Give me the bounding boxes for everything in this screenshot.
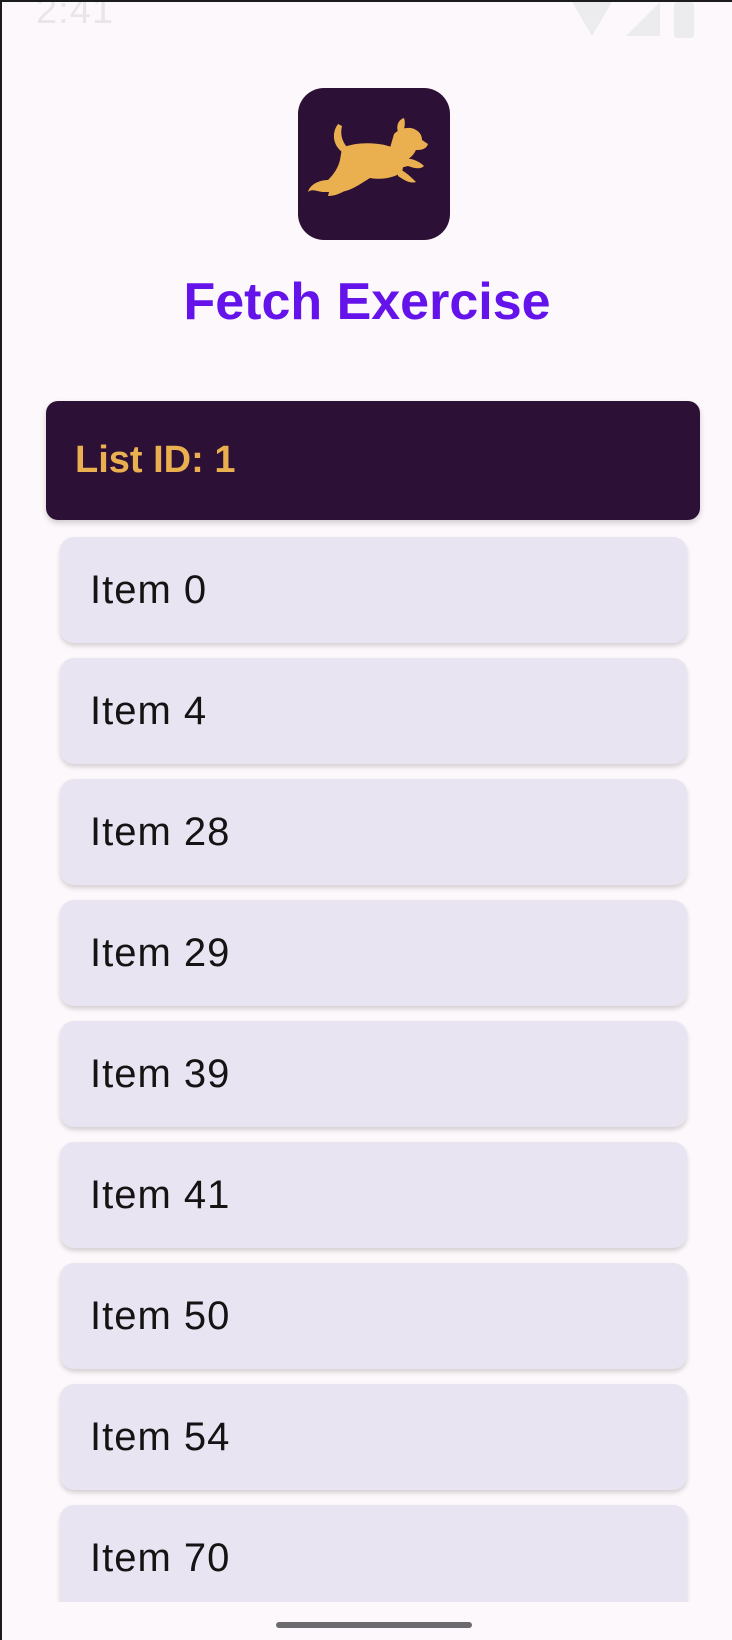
list-item[interactable]: Item 41 xyxy=(60,1142,687,1248)
item-list: Item 0 Item 4 Item 28 Item 29 Item 39 It… xyxy=(60,537,687,1626)
list-item[interactable]: Item 4 xyxy=(60,658,687,764)
list-item[interactable]: Item 29 xyxy=(60,900,687,1006)
list-item-label: Item 4 xyxy=(90,688,208,733)
list-id-label: List ID: 1 xyxy=(75,439,236,481)
battery-icon xyxy=(674,2,694,38)
wifi-icon xyxy=(572,2,612,36)
list-item[interactable]: Item 54 xyxy=(60,1384,687,1490)
list-item-label: Item 41 xyxy=(90,1172,231,1217)
list-item-label: Item 54 xyxy=(90,1414,231,1459)
list-item-label: Item 39 xyxy=(90,1051,231,1096)
list-item[interactable]: Item 28 xyxy=(60,779,687,885)
signal-icon xyxy=(626,2,660,36)
gesture-nav-bar xyxy=(2,1602,732,1640)
list-item[interactable]: Item 39 xyxy=(60,1021,687,1127)
app-title: Fetch Exercise xyxy=(183,273,551,331)
app-screen: 2:41 Fetch Exercise List ID: 1 Item 0 It… xyxy=(0,0,732,1640)
running-dog-icon xyxy=(298,88,450,240)
status-time: 2:41 xyxy=(36,0,114,32)
list-item[interactable]: Item 50 xyxy=(60,1263,687,1369)
home-indicator[interactable] xyxy=(276,1622,472,1628)
list-id-header: List ID: 1 xyxy=(46,401,700,520)
status-icons xyxy=(572,2,694,38)
status-bar: 2:41 xyxy=(2,2,732,46)
list-item-label: Item 0 xyxy=(90,567,208,612)
list-item-label: Item 29 xyxy=(90,930,231,975)
list-item-label: Item 28 xyxy=(90,809,231,854)
list-item[interactable]: Item 70 xyxy=(60,1505,687,1611)
list-item-label: Item 70 xyxy=(90,1535,231,1580)
list-item-label: Item 50 xyxy=(90,1293,231,1338)
list-item[interactable]: Item 0 xyxy=(60,537,687,643)
